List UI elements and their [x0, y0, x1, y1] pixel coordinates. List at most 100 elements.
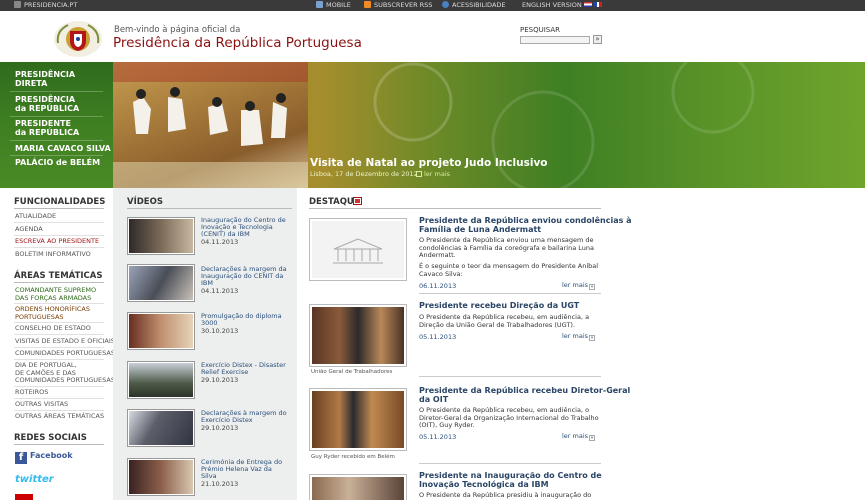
video-title[interactable]: Cerimónia de Entrega do Prémio Helena Va…: [201, 459, 287, 480]
video-date: 04.11.2013: [201, 287, 239, 295]
print-icon[interactable]: [353, 197, 362, 205]
hero-banner[interactable]: [113, 62, 865, 188]
news-title[interactable]: Presidente recebeu Direção da UGT: [419, 301, 599, 310]
video-title[interactable]: Declarações à margem da Inauguração do C…: [201, 266, 287, 287]
nav-divider: [10, 140, 103, 141]
video-title[interactable]: Inauguração do Centro de Inovação e Tecn…: [201, 217, 287, 238]
search-button[interactable]: »: [593, 35, 602, 44]
coat-of-arms-logo[interactable]: [50, 15, 106, 59]
arrow-icon: »: [589, 435, 596, 441]
mobile-link[interactable]: MOBILE: [316, 1, 351, 10]
video-thumbnail[interactable]: [127, 361, 195, 399]
divider: [14, 322, 104, 323]
divider: [14, 235, 104, 236]
nav-presidencia-direta[interactable]: PRESIDÊNCIA DIRETA: [15, 70, 75, 88]
arrow-icon: »: [589, 284, 596, 290]
divider: [419, 463, 601, 464]
us-flag-icon: [583, 2, 592, 7]
video-title[interactable]: Promulgação do diploma 3000: [201, 313, 287, 327]
facebook-link[interactable]: f Facebook: [15, 451, 73, 464]
sidebar-item-roteiros[interactable]: ROTEIROS: [15, 388, 48, 397]
divider: [14, 386, 104, 387]
nav-divider: [10, 155, 103, 156]
top-bar: PRESIDENCIA.PT MOBILE SUBSCREVER RSS ACE…: [0, 0, 865, 11]
uk-flag-icon: [593, 2, 602, 7]
main-nav: PRESIDÊNCIA DIRETA PRESIDÊNCIA da REPÚBL…: [0, 62, 113, 188]
video-thumbnail[interactable]: [127, 409, 195, 447]
welcome-text: Bem-vindo à página oficial da: [114, 25, 241, 35]
video-date: 21.10.2013: [201, 480, 239, 488]
video-thumbnail[interactable]: [127, 312, 195, 350]
sidebar-item-comandante[interactable]: COMANDANTE SUPREMO DAS FORÇAS ARMADAS: [15, 286, 96, 302]
video-date: 30.10.2013: [201, 327, 239, 335]
funcionalidades-heading: FUNCIONALIDADES: [14, 197, 106, 207]
facebook-icon: f: [15, 452, 27, 464]
news-image[interactable]: [309, 474, 407, 500]
news-image[interactable]: [309, 218, 407, 281]
sidebar-item-outras-areas[interactable]: OUTRAS ÁREAS TEMÁTICAS: [15, 412, 104, 421]
divider: [14, 208, 104, 209]
divider: [14, 359, 104, 360]
news-title[interactable]: Presidente da República recebeu Diretor-…: [419, 386, 630, 404]
news-body: É o seguinte o teor da mensagem do Presi…: [419, 262, 599, 278]
videos-heading: VÍDEOS: [127, 197, 163, 207]
news-body: O Presidente da República presidiu à ina…: [419, 491, 592, 499]
sidebar-item-escreva[interactable]: ESCREVA AO PRESIDENTE: [15, 237, 99, 246]
divider: [14, 398, 104, 399]
sidebar-item-conselho[interactable]: CONSELHO DE ESTADO: [15, 324, 91, 333]
nav-maria-cavaco-silva[interactable]: MARIA CAVACO SILVA: [15, 144, 111, 153]
accessibility-link[interactable]: ACESSIBILIDADE: [442, 1, 506, 10]
video-title[interactable]: Declarações à margem do Exercício Distex: [201, 410, 287, 424]
news-body: O Presidente da República recebeu, em au…: [419, 313, 590, 329]
video-thumbnail[interactable]: [127, 458, 195, 496]
divider: [14, 222, 104, 223]
redes-sociais-heading: REDES SOCIAIS: [14, 433, 87, 443]
read-more-link[interactable]: ler mais»: [562, 281, 596, 290]
sidebar-item-dia-portugal[interactable]: DIA DE PORTUGAL, DE CAMÕES E DAS COMUNID…: [15, 361, 115, 385]
palace-placeholder-icon: [333, 237, 383, 263]
sidebar-item-visitas[interactable]: VISITAS DE ESTADO E OFICIAIS: [15, 337, 115, 346]
nav-presidencia-republica[interactable]: PRESIDÊNCIA da REPÚBLICA: [15, 95, 79, 113]
sidebar-item-boletim[interactable]: BOLETIM INFORMATIVO: [15, 250, 91, 259]
header: Bem-vindo à página oficial da Presidênci…: [0, 11, 865, 62]
site-title[interactable]: Presidência da República Portuguesa: [113, 35, 362, 51]
building-icon: [14, 1, 21, 8]
english-version-link[interactable]: ENGLISH VERSION: [522, 1, 602, 10]
sidebar-item-agenda[interactable]: AGENDA: [15, 225, 43, 234]
divider: [419, 293, 601, 294]
search-input[interactable]: [520, 36, 590, 44]
video-thumbnail[interactable]: [127, 264, 195, 302]
news-title[interactable]: Presidente na Inauguração do Centro de I…: [419, 471, 602, 489]
sidebar-item-atualidade[interactable]: ATUALIDADE: [15, 212, 56, 221]
video-thumbnail[interactable]: [127, 217, 195, 255]
read-more-link[interactable]: ler mais»: [562, 332, 596, 341]
arrow-icon: »: [589, 335, 596, 341]
nav-palacio-belem[interactable]: PALÁCIO de BELÉM: [15, 158, 100, 167]
news-image[interactable]: [309, 304, 407, 367]
banner-caption[interactable]: Visita de Natal ao projeto Judo Inclusiv…: [310, 157, 548, 169]
video-date: 04.11.2013: [201, 238, 239, 246]
sidebar-item-comunidades[interactable]: COMUNIDADES PORTUGUESAS: [15, 349, 115, 358]
rss-link[interactable]: SUBSCREVER RSS: [364, 1, 432, 10]
divider: [14, 347, 104, 348]
news-title[interactable]: Presidente da República enviou condolênc…: [419, 216, 632, 234]
news-image[interactable]: [309, 388, 407, 451]
divider: [14, 303, 104, 304]
divider: [14, 247, 104, 248]
search-label: PESQUISAR: [520, 26, 561, 34]
youtube-icon[interactable]: [15, 494, 33, 500]
sidebar-item-outras-visitas[interactable]: OUTRAS VISITAS: [15, 400, 68, 409]
site-link[interactable]: PRESIDENCIA.PT: [14, 1, 77, 10]
nav-presidente-republica[interactable]: PRESIDENTE da REPÚBLICA: [15, 119, 79, 137]
banner-read-more[interactable]: ler mais: [416, 170, 450, 178]
video-title[interactable]: Exercício Distex - Disaster Relief Exerc…: [201, 362, 287, 376]
divider: [14, 444, 104, 445]
video-date: 29.10.2013: [201, 376, 239, 384]
divider: [14, 410, 104, 411]
rss-icon: [364, 1, 371, 8]
sidebar-item-ordens[interactable]: ORDENS HONORÍFICAS PORTUGUESAS: [15, 305, 90, 321]
divider: [419, 376, 601, 377]
twitter-link[interactable]: twitter: [15, 474, 54, 485]
divider: [127, 208, 292, 209]
read-more-link[interactable]: ler mais»: [562, 432, 596, 441]
